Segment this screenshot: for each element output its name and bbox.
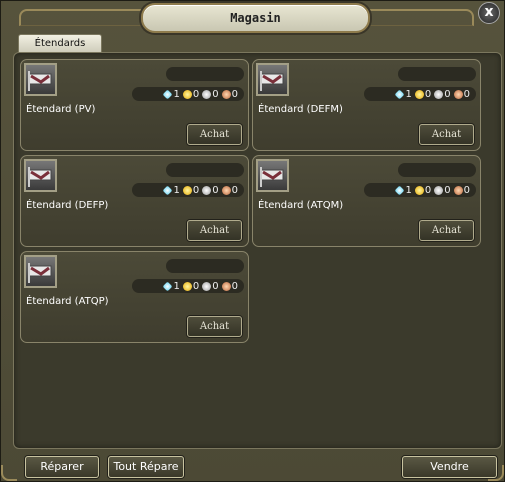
sell-button[interactable]: Vendre [402, 456, 497, 478]
copper-coin-icon [453, 89, 463, 99]
price-copper: 0 [231, 184, 238, 196]
silver-coin-icon [202, 281, 212, 291]
silver-coin-icon [434, 185, 444, 195]
item-card: 1 0 0 0 Étendard (DEFM) Achat [252, 59, 481, 151]
repair-button[interactable]: Réparer [25, 456, 99, 478]
gold-coin-icon [182, 281, 192, 291]
diamond-icon [162, 185, 172, 195]
price-display: 1 0 0 0 [132, 279, 244, 293]
buy-button[interactable]: Achat [187, 316, 242, 337]
price-display: 1 0 0 0 [364, 87, 476, 101]
diamond-icon [162, 281, 172, 291]
price-copper: 0 [231, 280, 238, 292]
name-bar [166, 259, 244, 273]
banner-icon[interactable] [24, 255, 57, 288]
price-silver: 0 [212, 280, 219, 292]
frame-corner-right [488, 465, 504, 481]
item-name: Étendard (DEFP) [26, 200, 109, 211]
repair-all-button[interactable]: Tout Répare [108, 456, 184, 478]
gold-coin-icon [182, 185, 192, 195]
item-card: 1 0 0 0 Étendard (ATQP) Achat [20, 251, 249, 343]
price-gold: 0 [424, 184, 432, 196]
banner-icon[interactable] [24, 159, 57, 192]
item-name: Étendard (DEFM) [258, 104, 343, 115]
title-ornament-right [352, 9, 474, 26]
item-card: 1 0 0 0 Étendard (DEFP) Achat [20, 155, 249, 247]
price-silver: 0 [444, 184, 451, 196]
copper-coin-icon [221, 281, 231, 291]
price-copper: 0 [463, 184, 470, 196]
gold-coin-icon [414, 185, 424, 195]
price-display: 1 0 0 0 [132, 87, 244, 101]
price-diamond: 1 [405, 88, 412, 100]
copper-coin-icon [453, 185, 463, 195]
title-ornament-left [19, 9, 141, 26]
shop-window: Magasin x Étendards 1 0 0 0 Étendard (PV… [0, 0, 505, 482]
name-bar [166, 67, 244, 81]
price-copper: 0 [463, 88, 470, 100]
frame-corner-left [1, 465, 17, 481]
price-silver: 0 [212, 88, 219, 100]
item-card: 1 0 0 0 Étendard (PV) Achat [20, 59, 249, 151]
name-bar [166, 163, 244, 177]
copper-coin-icon [221, 89, 231, 99]
silver-coin-icon [434, 89, 444, 99]
diamond-icon [394, 89, 404, 99]
item-name: Étendard (PV) [26, 104, 96, 115]
item-card: 1 0 0 0 Étendard (ATQM) Achat [252, 155, 481, 247]
gold-coin-icon [414, 89, 424, 99]
buy-button[interactable]: Achat [187, 220, 242, 241]
silver-coin-icon [202, 89, 212, 99]
price-diamond: 1 [173, 184, 180, 196]
item-name: Étendard (ATQP) [26, 296, 109, 307]
price-display: 1 0 0 0 [132, 183, 244, 197]
price-gold: 0 [192, 184, 200, 196]
price-copper: 0 [231, 88, 238, 100]
banner-icon[interactable] [256, 63, 289, 96]
item-list-panel: 1 0 0 0 Étendard (PV) Achat 1 0 0 0 Éten… [13, 52, 502, 449]
buy-button[interactable]: Achat [419, 124, 474, 145]
price-silver: 0 [212, 184, 219, 196]
buy-button[interactable]: Achat [187, 124, 242, 145]
price-gold: 0 [192, 88, 200, 100]
banner-icon[interactable] [256, 159, 289, 192]
buy-button[interactable]: Achat [419, 220, 474, 241]
silver-coin-icon [202, 185, 212, 195]
name-bar [398, 67, 476, 81]
tab-etendards[interactable]: Étendards [18, 34, 102, 52]
price-display: 1 0 0 0 [364, 183, 476, 197]
name-bar [398, 163, 476, 177]
banner-icon[interactable] [24, 63, 57, 96]
window-title-plate: Magasin [141, 3, 370, 33]
price-diamond: 1 [173, 280, 180, 292]
price-silver: 0 [444, 88, 451, 100]
price-diamond: 1 [173, 88, 180, 100]
close-button[interactable]: x [478, 2, 500, 24]
diamond-icon [394, 185, 404, 195]
price-diamond: 1 [405, 184, 412, 196]
copper-coin-icon [221, 185, 231, 195]
gold-coin-icon [182, 89, 192, 99]
price-gold: 0 [192, 280, 200, 292]
price-gold: 0 [424, 88, 432, 100]
item-name: Étendard (ATQM) [258, 200, 344, 211]
window-title: Magasin [230, 11, 281, 25]
diamond-icon [162, 89, 172, 99]
